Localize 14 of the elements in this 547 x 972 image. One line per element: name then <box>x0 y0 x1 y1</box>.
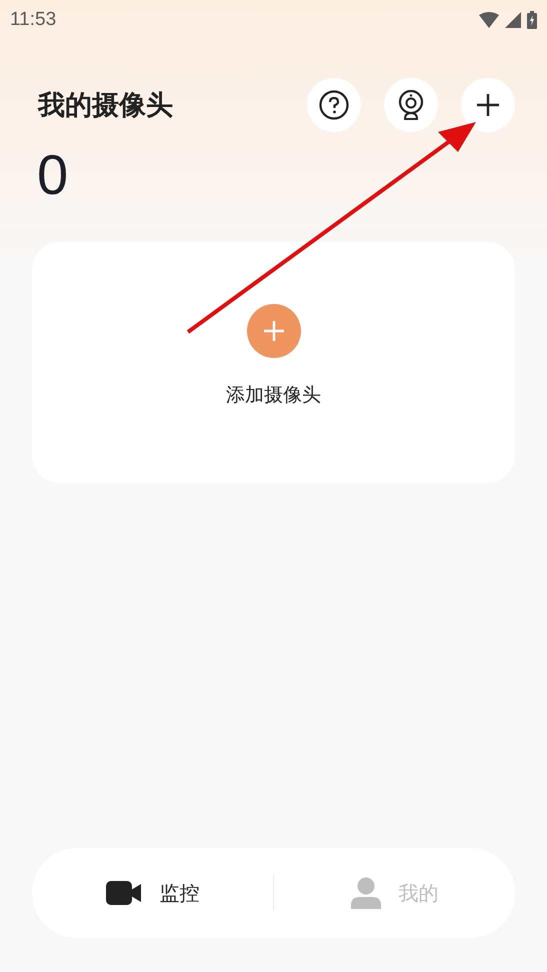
add-camera-card[interactable]: 添加摄像头 <box>32 242 515 483</box>
signal-icon <box>505 12 521 28</box>
wifi-icon <box>479 12 499 28</box>
camera-count: 0 <box>37 144 70 206</box>
help-icon <box>319 90 349 120</box>
status-time: 11:53 <box>10 9 56 31</box>
battery-icon <box>527 11 537 29</box>
person-icon <box>350 877 380 909</box>
nav-tab[interactable]: 监控 <box>32 848 273 938</box>
page-title: 我的摄像头 <box>38 89 173 123</box>
video-camera-icon <box>106 881 142 905</box>
webcam-icon <box>398 90 424 120</box>
plus-icon <box>476 93 500 117</box>
add-camera-label: 添加摄像头 <box>226 383 321 408</box>
